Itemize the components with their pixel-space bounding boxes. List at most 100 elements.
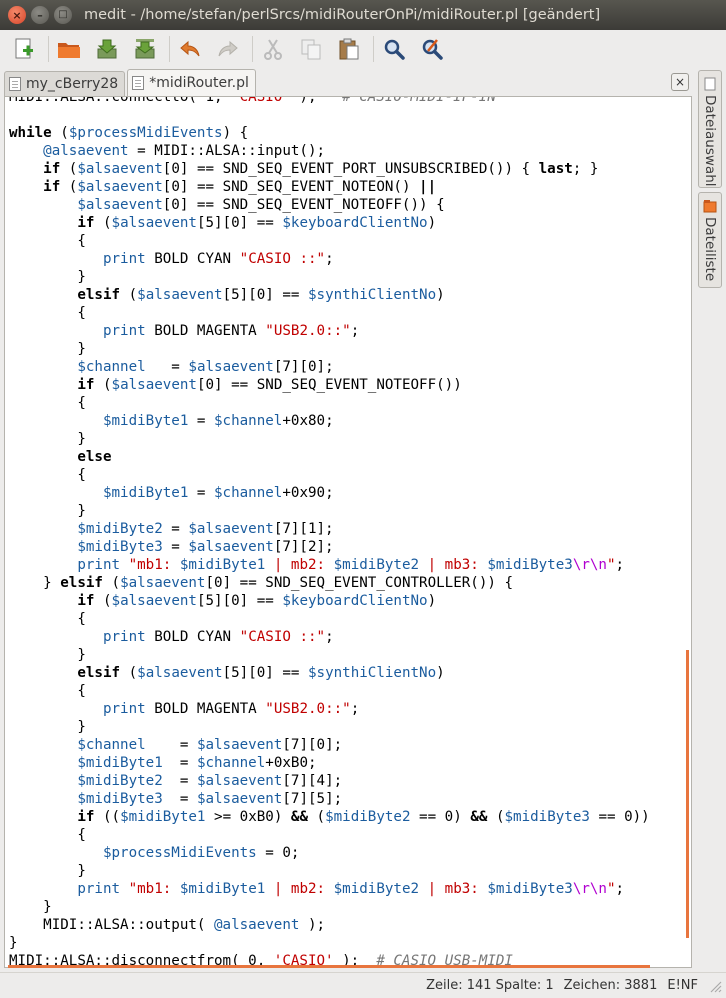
code-token: $midiByte3 [77, 539, 163, 555]
char-count: Zeichen: 3881 [563, 978, 658, 993]
code-line[interactable]: { [9, 682, 650, 700]
code-line[interactable]: } elsif ($alsaevent[0] == SND_SEQ_EVENT_… [9, 574, 650, 592]
code-token: $channel [214, 413, 283, 429]
code-line[interactable]: if ($alsaevent[0] == SND_SEQ_EVENT_NOTEO… [9, 178, 650, 196]
toolbar-separator [169, 36, 170, 62]
maximize-window-button[interactable]: □ [54, 6, 72, 24]
code-line[interactable]: else [9, 448, 650, 466]
code-token: # CASIO-MIDI-IF-IN [342, 96, 496, 105]
code-token: { [9, 233, 86, 249]
code-line[interactable]: $midiByte1 = $channel+0x90; [9, 484, 650, 502]
close-window-button[interactable]: × [8, 6, 26, 24]
code-line[interactable]: if ($alsaevent[0] == SND_SEQ_EVENT_NOTEO… [9, 376, 650, 394]
code-line[interactable]: print "mb1: $midiByte1 | mb2: $midiByte2… [9, 556, 650, 574]
new-document-button[interactable] [10, 35, 38, 63]
open-button[interactable] [55, 35, 83, 63]
panel-tab-dateiauswahl[interactable]: Dateiauswahl [698, 70, 722, 188]
resize-grip-icon[interactable] [708, 979, 722, 993]
code-line[interactable]: } [9, 898, 650, 916]
code-token: $midiByte3 [487, 557, 573, 573]
code-line[interactable]: print BOLD CYAN "CASIO ::"; [9, 628, 650, 646]
code-line[interactable]: } [9, 430, 650, 448]
code-line[interactable]: $processMidiEvents = 0; [9, 844, 650, 862]
code-line[interactable]: } [9, 268, 650, 286]
copy-button[interactable] [297, 35, 325, 63]
title-bar[interactable]: × – □ medit - /home/stefan/perlSrcs/midi… [0, 0, 726, 30]
code-line[interactable]: if ($alsaevent[0] == SND_SEQ_EVENT_PORT_… [9, 160, 650, 178]
code-editor[interactable]: MIDI::ALSA::connectto( 1, 'CASIO' ); # C… [4, 96, 692, 968]
close-tab-button[interactable]: × [671, 73, 689, 91]
paste-icon [339, 38, 359, 60]
code-line[interactable]: { [9, 304, 650, 322]
code-line[interactable]: $alsaevent[0] == SND_SEQ_EVENT_NOTEOFF()… [9, 196, 650, 214]
code-line[interactable]: } [9, 862, 650, 880]
code-token: $midiByte3 [504, 809, 590, 825]
code-token: { [9, 305, 86, 321]
code-line[interactable]: print BOLD MAGENTA "USB2.0::"; [9, 322, 650, 340]
find-replace-button[interactable] [418, 35, 446, 63]
tab-midirouter[interactable]: *midiRouter.pl [127, 69, 256, 96]
code-token: ; } [572, 161, 599, 177]
code-line[interactable]: print "mb1: $midiByte1 | mb2: $midiByte2… [9, 880, 650, 898]
save-button[interactable] [93, 35, 121, 63]
editor-window: × – □ medit - /home/stefan/perlSrcs/midi… [0, 0, 726, 998]
cut-button[interactable] [259, 35, 287, 63]
code-line[interactable]: elsif ($alsaevent[5][0] == $synthiClient… [9, 664, 650, 682]
code-line[interactable]: print BOLD MAGENTA "USB2.0::"; [9, 700, 650, 718]
code-line[interactable]: if ($alsaevent[5][0] == $keyboardClientN… [9, 214, 650, 232]
minimize-window-button[interactable]: – [31, 6, 49, 24]
code-line[interactable]: } [9, 340, 650, 358]
code-line[interactable]: $midiByte2 = $alsaevent[7][4]; [9, 772, 650, 790]
code-line[interactable]: } [9, 646, 650, 664]
code-line[interactable] [9, 106, 650, 124]
code-line[interactable]: if (($midiByte1 >= 0xB0) && ($midiByte2 … [9, 808, 649, 826]
code-line[interactable]: { [9, 610, 650, 628]
code-token: "mb1: [120, 557, 180, 573]
code-line[interactable]: elsif ($alsaevent[5][0] == $synthiClient… [9, 286, 650, 304]
paste-button[interactable] [335, 35, 363, 63]
panel-tab-dateiliste[interactable]: Dateiliste [698, 192, 722, 288]
code-token: $midiByte2 [333, 557, 420, 573]
open-folder-icon [58, 43, 80, 58]
code-line[interactable]: { [9, 466, 650, 484]
code-line[interactable]: { [9, 826, 650, 844]
code-line[interactable]: @alsaevent = MIDI::ALSA::input(); [9, 142, 650, 160]
code-line[interactable]: print BOLD CYAN "CASIO ::"; [9, 250, 650, 268]
code-line[interactable]: $midiByte2 = $alsaevent[7][1]; [9, 520, 650, 538]
code-line[interactable]: { [9, 394, 650, 412]
code-line[interactable]: MIDI::ALSA::connectto( 1, 'CASIO' ); # C… [9, 96, 650, 106]
code-line[interactable]: { [9, 232, 650, 250]
undo-button[interactable] [176, 35, 204, 63]
code-line[interactable]: $channel = $alsaevent[7][0]; [9, 358, 650, 376]
code-line[interactable]: } [9, 502, 650, 520]
code-token: while [9, 125, 52, 141]
code-line[interactable]: $midiByte3 = $alsaevent[7][2]; [9, 538, 650, 556]
save-as-button[interactable] [131, 35, 159, 63]
code-line[interactable]: $midiByte1 = $channel+0xB0; [9, 754, 650, 772]
code-token: $alsaevent [188, 521, 274, 537]
code-token: | mb3: [419, 557, 488, 573]
code-line[interactable]: } [9, 718, 650, 736]
code-token: $midiByte3 [77, 791, 163, 807]
redo-button[interactable] [214, 35, 242, 63]
code-line[interactable]: while ($processMidiEvents) { [9, 124, 650, 142]
code-line[interactable]: } [9, 934, 650, 952]
code-token: print [77, 881, 121, 897]
code-line[interactable]: $midiByte1 = $channel+0x80; [9, 412, 650, 430]
code-line[interactable]: $channel = $alsaevent[7][0]; [9, 736, 650, 754]
find-button[interactable] [380, 35, 408, 63]
code-token: ); [299, 917, 326, 933]
code-text[interactable]: MIDI::ALSA::connectto( 1, 'CASIO' ); # C… [9, 96, 650, 967]
code-token: { [9, 827, 86, 843]
code-line[interactable]: MIDI::ALSA::output( @alsaevent ); [9, 916, 650, 934]
code-line[interactable]: $midiByte3 = $alsaevent[7][5]; [9, 790, 650, 808]
code-token: $alsaevent [137, 665, 223, 681]
tab-my-cberry28[interactable]: my_cBerry28 [4, 71, 126, 96]
code-token: } [9, 575, 61, 591]
code-token: elsif [77, 665, 121, 681]
code-line[interactable]: if ($alsaevent[5][0] == $keyboardClientN… [9, 592, 650, 610]
